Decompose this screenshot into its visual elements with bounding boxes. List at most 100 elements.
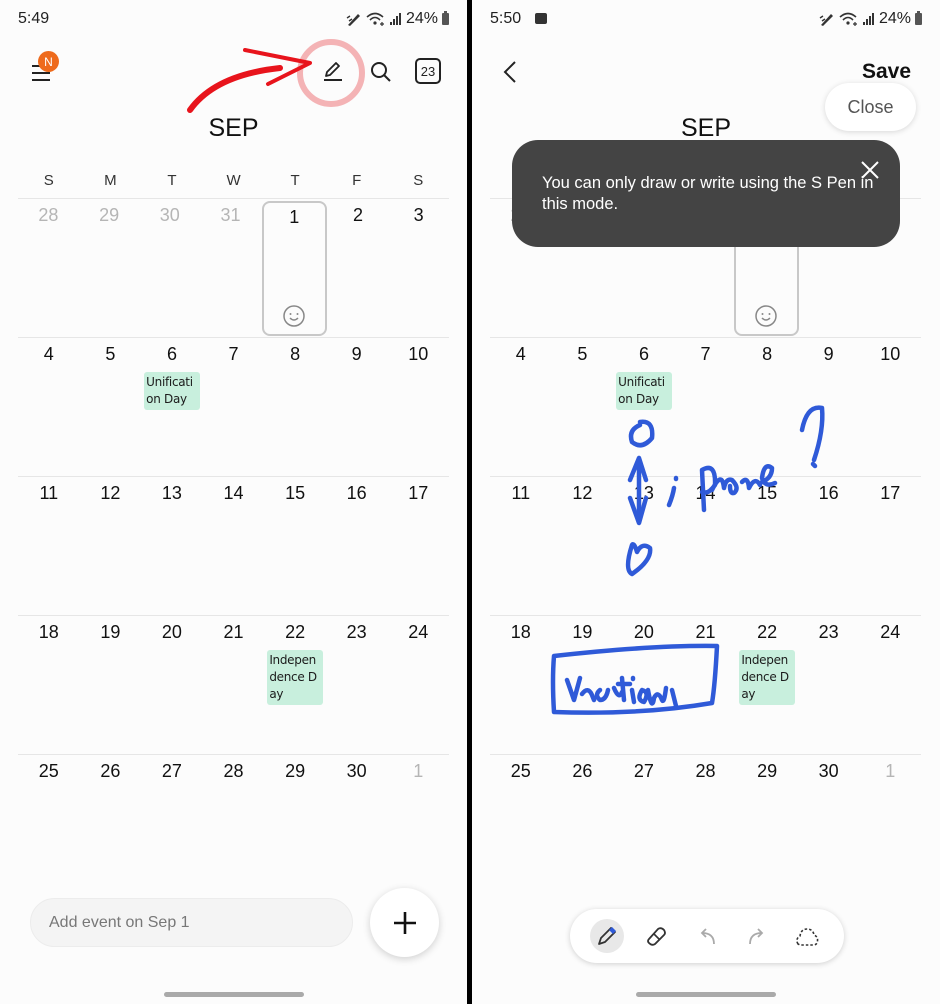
day-cell[interactable]: 1 — [859, 755, 921, 893]
day-cell[interactable]: 23 — [798, 616, 860, 754]
undo-button[interactable] — [690, 919, 724, 953]
day-cell[interactable]: 30 — [798, 755, 860, 893]
sticker-smiley-icon[interactable] — [282, 304, 306, 328]
toast-close-button[interactable] — [860, 160, 880, 186]
day-cell[interactable]: 21 — [203, 616, 265, 754]
day-cell[interactable]: 13 — [613, 477, 675, 615]
day-cell[interactable]: 6 Unification Day — [613, 338, 675, 476]
pen-mode-button[interactable] — [318, 56, 348, 86]
home-indicator[interactable] — [636, 992, 776, 997]
day-number: 18 — [510, 622, 531, 642]
menu-button[interactable]: N — [26, 51, 59, 86]
day-cell[interactable]: 26 — [552, 755, 614, 893]
day-cell[interactable]: 27 — [613, 755, 675, 893]
day-cell[interactable]: 16 — [798, 477, 860, 615]
event-chip[interactable]: Unification Day — [616, 372, 672, 410]
day-cell[interactable]: 1 — [387, 755, 449, 893]
day-cell[interactable]: 28 — [675, 755, 737, 893]
day-cell[interactable]: 29 — [79, 199, 140, 337]
day-cell[interactable]: 28 — [18, 199, 79, 337]
day-cell[interactable]: 11 — [490, 477, 552, 615]
search-button[interactable] — [366, 57, 396, 87]
day-cell[interactable]: 25 — [490, 755, 552, 893]
day-cell[interactable]: 12 — [80, 477, 142, 615]
day-cell[interactable]: 22 Independence Day — [736, 616, 798, 754]
day-cell[interactable]: 15 — [264, 477, 326, 615]
close-button[interactable]: Close — [825, 83, 916, 131]
back-button[interactable] — [498, 58, 522, 86]
day-cell[interactable]: 4 — [490, 338, 552, 476]
day-cell[interactable]: 23 — [326, 616, 388, 754]
battery-percent: 24% — [878, 10, 911, 27]
day-cell[interactable]: 29 — [264, 755, 326, 893]
day-number: 28 — [223, 761, 244, 781]
day-number: 31 — [220, 205, 241, 225]
day-cell[interactable]: 17 — [387, 477, 449, 615]
pen-tool-button[interactable] — [590, 919, 624, 953]
redo-button[interactable] — [740, 919, 774, 953]
day-cell[interactable]: 2 — [328, 199, 389, 337]
day-cell[interactable]: 10 — [387, 338, 449, 476]
day-cell[interactable]: 21 — [675, 616, 737, 754]
day-cell[interactable]: 26 — [80, 755, 142, 893]
day-number: 22 — [285, 622, 306, 642]
event-chip[interactable]: Independence Day — [267, 650, 323, 705]
day-cell[interactable]: 4 — [18, 338, 80, 476]
day-cell[interactable]: 8 — [736, 338, 798, 476]
sticker-smiley-icon[interactable] — [754, 304, 778, 328]
day-cell[interactable]: 11 — [18, 477, 80, 615]
day-cell[interactable]: 27 — [141, 755, 203, 893]
day-cell[interactable]: 7 — [675, 338, 737, 476]
add-event-placeholder: Add event on Sep 1 — [49, 913, 190, 931]
add-event-input[interactable]: Add event on Sep 1 — [30, 898, 353, 947]
today-button[interactable]: 23 — [415, 58, 441, 84]
day-cell[interactable]: 13 — [141, 477, 203, 615]
day-cell[interactable]: 9 — [798, 338, 860, 476]
day-cell[interactable]: 14 — [675, 477, 737, 615]
day-cell[interactable]: 18 — [490, 616, 552, 754]
day-cell[interactable]: 25 — [18, 755, 80, 893]
day-cell[interactable]: 28 — [203, 755, 265, 893]
day-cell[interactable]: 18 — [18, 616, 80, 754]
day-cell[interactable]: 17 — [859, 477, 921, 615]
month-title: SEP — [208, 114, 259, 142]
day-cell[interactable]: 20 — [613, 616, 675, 754]
day-cell[interactable]: 19 — [552, 616, 614, 754]
save-button[interactable]: Save — [862, 60, 911, 84]
day-cell[interactable]: 6 Unification Day — [141, 338, 203, 476]
weekday-header: SMTWTFS — [18, 172, 449, 189]
day-cell[interactable]: 7 — [203, 338, 265, 476]
day-number: 13 — [161, 483, 182, 503]
day-cell[interactable]: 10 — [859, 338, 921, 476]
notification-badge: N — [38, 51, 59, 72]
day-number: 9 — [823, 344, 834, 364]
lasso-button[interactable] — [790, 919, 824, 953]
eraser-tool-button[interactable] — [640, 919, 674, 953]
day-cell[interactable]: 24 — [859, 616, 921, 754]
day-cell[interactable]: 16 — [326, 477, 388, 615]
day-cell[interactable]: 15 — [736, 477, 798, 615]
day-cell[interactable]: 24 — [387, 616, 449, 754]
day-cell[interactable]: 29 — [736, 755, 798, 893]
event-chip[interactable]: Unification Day — [144, 372, 200, 410]
day-cell[interactable]: 31 — [200, 199, 261, 337]
day-cell[interactable]: 9 — [326, 338, 388, 476]
day-cell[interactable]: 5 — [80, 338, 142, 476]
day-cell[interactable]: 5 — [552, 338, 614, 476]
day-cell[interactable]: 22 Independence Day — [264, 616, 326, 754]
day-cell-selected[interactable]: 1 — [261, 201, 327, 336]
day-cell[interactable]: 30 — [326, 755, 388, 893]
day-cell[interactable]: 14 — [203, 477, 265, 615]
home-indicator[interactable] — [163, 992, 304, 997]
search-icon — [371, 62, 391, 82]
back-icon — [503, 61, 516, 83]
event-chip[interactable]: Independence Day — [739, 650, 795, 705]
day-cell[interactable]: 3 — [388, 199, 449, 337]
week-row: 25 26 27 28 29 30 1 — [18, 754, 449, 893]
day-cell[interactable]: 30 — [139, 199, 200, 337]
day-cell[interactable]: 19 — [80, 616, 142, 754]
day-cell[interactable]: 12 — [552, 477, 614, 615]
day-cell[interactable]: 8 — [264, 338, 326, 476]
day-cell[interactable]: 20 — [141, 616, 203, 754]
add-event-button[interactable] — [370, 888, 439, 957]
